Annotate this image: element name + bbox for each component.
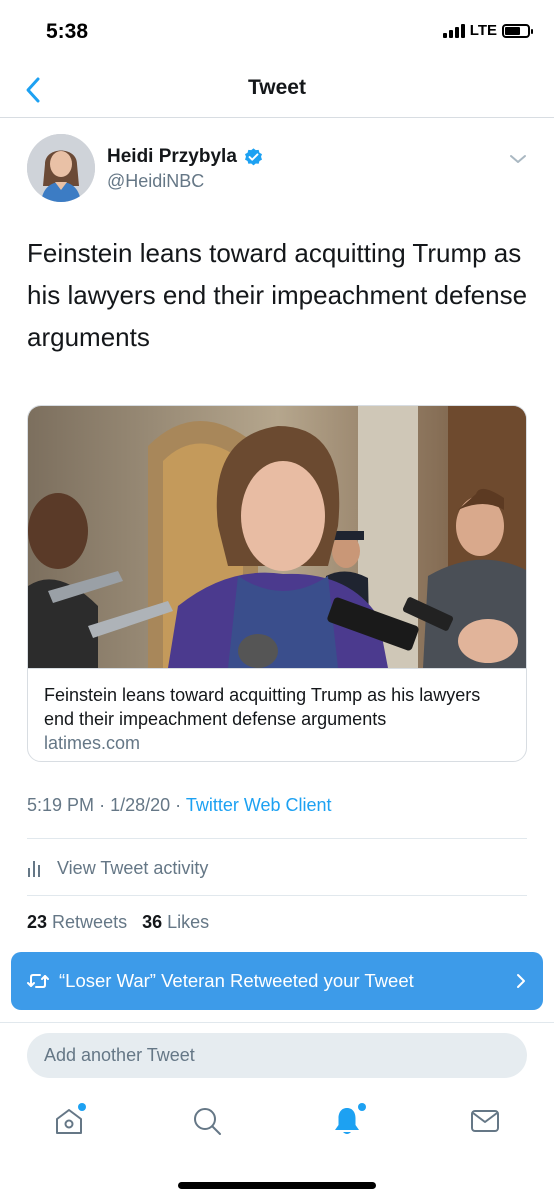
view-tweet-activity-button[interactable]: View Tweet activity [27,850,527,886]
retweets-label: Retweets [52,912,128,932]
add-tweet-input[interactable] [27,1033,527,1078]
retweet-icon [27,974,49,988]
search-icon [194,1108,221,1135]
signal-icon [442,23,465,38]
card-image [28,406,526,668]
likes-count: 36 [142,912,163,932]
likes-stat[interactable]: 36 Likes [142,912,209,932]
card-body: Feinstein leans toward acquitting Trump … [28,668,526,761]
likes-label: Likes [167,912,210,932]
link-card[interactable]: Feinstein leans toward acquitting Trump … [27,405,527,762]
retweets-stat[interactable]: 23 Retweets [27,912,127,932]
retweet-notification-banner[interactable]: “Loser War” Veteran Retweeted your Tweet [11,952,543,1010]
more-options-button[interactable] [509,152,527,166]
tweet-date: 1/28/20 [110,795,171,815]
avatar-image [27,134,95,202]
home-indicator [178,1182,376,1189]
card-domain: latimes.com [44,733,141,753]
tweet-stats: 23 Retweets 36 Likes [27,912,209,933]
tweet-source-link[interactable]: Twitter Web Client [186,795,332,815]
messages-icon [471,1110,499,1132]
meta-separator: · [99,795,106,815]
status-bar: 5:38 LTE [0,0,554,62]
avatar[interactable] [27,134,95,202]
home-notification-dot [78,1103,86,1111]
verified-badge-icon [244,147,262,165]
author-handle[interactable]: @HeidiNBC [107,171,204,192]
status-time: 5:38 [46,20,89,43]
tab-messages[interactable] [468,1104,502,1138]
notification-text: “Loser War” Veteran Retweeted your Tweet [59,970,414,991]
tweet-time: 5:19 PM [27,795,95,815]
tweet-author: Heidi Przybyla @HeidiNBC [27,134,527,204]
tab-search[interactable] [190,1104,224,1138]
battery-level [505,26,521,35]
tweet-meta: 5:19 PM · 1/28/20 · Twitter Web Client [27,795,332,816]
analytics-icon [28,861,40,877]
divider [27,895,527,896]
author-name[interactable]: Heidi Przybyla [107,146,237,168]
tweet-text: Feinstein leans toward acquitting Trump … [27,238,528,352]
tab-home[interactable] [52,1103,86,1138]
chevron-right-icon [517,974,525,988]
page-title: Tweet [248,76,306,99]
meta-separator: · [175,795,182,815]
activity-label: View Tweet activity [57,857,209,878]
retweets-count: 23 [27,912,48,932]
chevron-down-icon [510,155,526,163]
author-name-row: Heidi Przybyla [107,146,264,168]
nav-bar: Tweet [0,62,554,118]
tab-notifications[interactable] [330,1103,366,1138]
divider [27,838,527,839]
card-title: Feinstein leans toward acquitting Trump … [44,685,481,729]
tab-bar [0,1090,554,1160]
notifications-dot [358,1103,366,1111]
network-label: LTE [469,22,497,39]
reply-divider [0,1022,554,1023]
status-indicators: LTE [442,22,533,39]
battery-icon [502,23,533,38]
